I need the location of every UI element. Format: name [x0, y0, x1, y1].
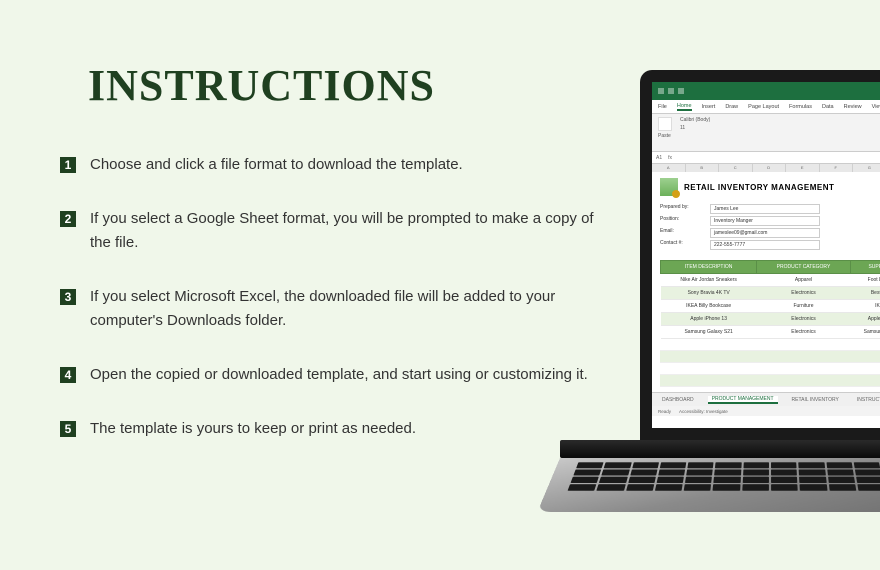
- email-value[interactable]: jameslee09@gmail.com: [710, 228, 820, 238]
- cell[interactable]: Nike Air Jordan Sneakers: [661, 274, 757, 287]
- excel-window: File Home Insert Draw Page Layout Formul…: [652, 82, 880, 428]
- contact-label: Contact #:: [660, 240, 706, 250]
- table-row[interactable]: IKEA Billy BookcaseFurnitureIKEA: [661, 300, 880, 313]
- laptop-keyboard: [537, 458, 880, 512]
- sheet-tabs-bar: DASHBOARD PRODUCT MANAGEMENT RETAIL INVE…: [652, 392, 880, 406]
- spreadsheet-area[interactable]: RETAIL INVENTORY MANAGEMENT Prepared by:…: [652, 172, 880, 392]
- position-value[interactable]: Inventory Manger: [710, 216, 820, 226]
- laptop-screen-bezel: File Home Insert Draw Page Layout Formul…: [640, 70, 880, 440]
- column-headers: A B C D E F G H: [652, 164, 880, 172]
- cell[interactable]: Apparel: [757, 274, 850, 287]
- ribbon-tab-formulas[interactable]: Formulas: [789, 104, 812, 110]
- cell[interactable]: Apple iPhone 13: [661, 313, 757, 326]
- step-item: 3 If you select Microsoft Excel, the dow…: [60, 285, 600, 333]
- ribbon-tab-data[interactable]: Data: [822, 104, 834, 110]
- email-label: Email:: [660, 228, 706, 238]
- ribbon-tab-review[interactable]: Review: [844, 104, 862, 110]
- step-item: 4 Open the copied or downloaded template…: [60, 363, 600, 387]
- status-bar: Ready Accessibility: Investigate: [652, 406, 880, 416]
- step-item: 2 If you select a Google Sheet format, y…: [60, 207, 600, 255]
- laptop-hinge: [560, 440, 880, 458]
- sheet-heading: RETAIL INVENTORY MANAGEMENT: [684, 183, 834, 192]
- position-label: Position:: [660, 216, 706, 226]
- table-row[interactable]: Nike Air Jordan SneakersApparelFoot Lock…: [661, 274, 880, 287]
- font-size-select[interactable]: 11: [680, 125, 710, 131]
- cell[interactable]: Electronics: [757, 287, 850, 300]
- col-header[interactable]: G: [853, 164, 880, 172]
- step-number-badge: 3: [60, 289, 76, 305]
- cell[interactable]: Foot Locker: [850, 274, 880, 287]
- step-item: 5 The template is yours to keep or print…: [60, 417, 600, 441]
- sheet-tab-instructions[interactable]: INSTRUCTIONS: [853, 397, 880, 403]
- paste-label: Paste: [658, 133, 672, 139]
- cell[interactable]: IKEA: [850, 300, 880, 313]
- cell[interactable]: Apple Store: [850, 313, 880, 326]
- step-item: 1 Choose and click a file format to down…: [60, 153, 600, 177]
- info-form: Prepared by: James Lee Position: Invento…: [660, 204, 880, 250]
- inventory-icon: [660, 178, 678, 196]
- cell[interactable]: Electronics: [757, 313, 850, 326]
- step-number-badge: 5: [60, 421, 76, 437]
- prepared-by-value[interactable]: James Lee: [710, 204, 820, 214]
- cell[interactable]: Best Buy: [850, 287, 880, 300]
- excel-titlebar: [652, 82, 880, 100]
- ribbon-tab-draw[interactable]: Draw: [725, 104, 738, 110]
- sheet-tab-product[interactable]: PRODUCT MANAGEMENT: [708, 396, 778, 404]
- col-header[interactable]: E: [786, 164, 820, 172]
- cell[interactable]: IKEA Billy Bookcase: [661, 300, 757, 313]
- ribbon-tab-home[interactable]: Home: [677, 103, 692, 111]
- table-row[interactable]: Samsung Galaxy S21ElectronicsSamsung Sto…: [661, 326, 880, 339]
- ribbon-tab-view[interactable]: View: [872, 104, 880, 110]
- fx-icon[interactable]: fx: [668, 155, 672, 161]
- sheet-tab-dashboard[interactable]: DASHBOARD: [658, 397, 698, 403]
- step-number-badge: 2: [60, 211, 76, 227]
- cell[interactable]: Samsung Galaxy S21: [661, 326, 757, 339]
- cell[interactable]: Furniture: [757, 300, 850, 313]
- status-accessibility[interactable]: Accessibility: Investigate: [679, 409, 728, 414]
- ribbon-tab-pagelayout[interactable]: Page Layout: [748, 104, 779, 110]
- cell[interactable]: Sony Bravia 4K TV: [661, 287, 757, 300]
- col-header[interactable]: A: [652, 164, 686, 172]
- ribbon-tabs: File Home Insert Draw Page Layout Formul…: [652, 100, 880, 114]
- th-supplier[interactable]: SUPPLIER: [850, 261, 880, 274]
- cell[interactable]: Samsung Store: [850, 326, 880, 339]
- step-text: Choose and click a file format to downlo…: [90, 153, 463, 177]
- th-item[interactable]: ITEM DESCRIPTION: [661, 261, 757, 274]
- undo-icon[interactable]: [668, 88, 674, 94]
- status-ready: Ready: [658, 409, 671, 414]
- laptop-base: [560, 440, 880, 550]
- col-header[interactable]: F: [820, 164, 854, 172]
- step-number-badge: 4: [60, 367, 76, 383]
- prepared-by-label: Prepared by:: [660, 204, 706, 214]
- steps-list: 1 Choose and click a file format to down…: [60, 153, 600, 441]
- save-icon[interactable]: [658, 88, 664, 94]
- col-header[interactable]: B: [686, 164, 720, 172]
- ribbon-tab-file[interactable]: File: [658, 104, 667, 110]
- step-text: Open the copied or downloaded template, …: [90, 363, 588, 387]
- cell[interactable]: Electronics: [757, 326, 850, 339]
- table-row[interactable]: Apple iPhone 13ElectronicsApple Store: [661, 313, 880, 326]
- empty-rows[interactable]: [660, 339, 880, 399]
- inventory-table[interactable]: ITEM DESCRIPTION PRODUCT CATEGORY SUPPLI…: [660, 260, 880, 339]
- laptop-mockup: File Home Insert Draw Page Layout Formul…: [520, 70, 880, 550]
- redo-icon[interactable]: [678, 88, 684, 94]
- formula-bar: A1 fx: [652, 152, 880, 164]
- contact-value[interactable]: 222-555-7777: [710, 240, 820, 250]
- sheet-tab-retail[interactable]: RETAIL INVENTORY: [788, 397, 843, 403]
- col-header[interactable]: C: [719, 164, 753, 172]
- th-category[interactable]: PRODUCT CATEGORY: [757, 261, 850, 274]
- key-grid: [568, 462, 880, 490]
- col-header[interactable]: D: [753, 164, 787, 172]
- table-row[interactable]: Sony Bravia 4K TVElectronicsBest Buy: [661, 287, 880, 300]
- ribbon-body: Paste Calibri (Body) 11 Wrap Te: [652, 114, 880, 152]
- name-box[interactable]: A1: [656, 155, 662, 161]
- font-name-select[interactable]: Calibri (Body): [680, 117, 710, 123]
- paste-button[interactable]: [658, 117, 672, 131]
- step-text: The template is yours to keep or print a…: [90, 417, 416, 441]
- ribbon-tab-insert[interactable]: Insert: [702, 104, 716, 110]
- step-number-badge: 1: [60, 157, 76, 173]
